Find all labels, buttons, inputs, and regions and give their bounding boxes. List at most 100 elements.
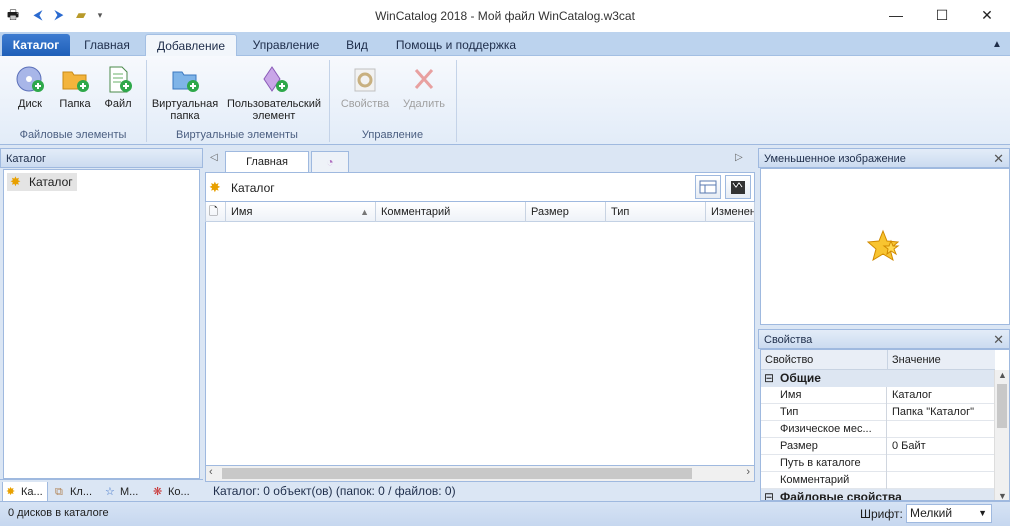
catalog-panel-title: Каталог [0,148,203,168]
sort-ascending-icon: ▲ [360,207,369,217]
column-type[interactable]: Тип [606,202,706,222]
group-separator [456,60,457,142]
property-row[interactable]: Комментарий [761,472,995,489]
catalog-tree[interactable]: ✸ Каталог [3,169,200,479]
collapse-icon[interactable]: ⊟ [764,370,774,387]
properties-label: Свойства [340,98,390,110]
view-mode-button[interactable] [695,175,721,199]
thumbnail-panel: Уменьшенное изображение ✕ [758,148,1010,328]
column-size[interactable]: Размер [526,202,606,222]
user-element-label-line2: элемент [252,110,296,122]
file-list-header: 🗋 Имя ▲ Комментарий Размер Тип Изменен [205,202,755,222]
column-comment[interactable]: Комментарий [376,202,526,222]
virtual-folder-label-line2: папка [170,110,200,122]
new-tab-icon: ◔ [326,155,334,169]
file-list[interactable] [205,222,755,465]
tab-help[interactable]: Помощь и поддержка [386,34,526,56]
user-element-icon [258,64,290,94]
scroll-up-icon[interactable]: ▲ [998,370,1007,380]
category-general[interactable]: ⊟ Общие [761,370,995,387]
property-key: Размер [777,438,887,455]
tab-view[interactable]: Вид [334,34,380,56]
doc-tab-home[interactable]: Главная [225,151,309,172]
column-name[interactable]: Имя ▲ [226,202,376,222]
category-label: Общие [780,371,821,385]
scroll-left-icon[interactable]: ‹ [209,466,213,478]
property-row[interactable]: Тип Папка "Каталог" [761,404,995,421]
star-outline-icon: ☆ [105,486,115,498]
view-mode-icon [699,180,717,194]
tab-scroll-right-icon[interactable]: ▷ [735,152,743,163]
property-row[interactable]: Размер 0 Байт [761,438,995,455]
close-icon[interactable]: ✕ [993,149,1004,169]
vertical-scrollbar[interactable]: ▲ ▼ [994,370,1009,500]
add-file-label: Файл [104,98,132,110]
properties-button[interactable]: Свойства [338,64,392,110]
minimize-button[interactable]: — [873,0,919,32]
scrollbar-thumb[interactable] [997,384,1007,428]
thumbnail-view-button[interactable] [725,175,751,199]
category-label: Файловые свойства [780,490,902,501]
tree-node-catalog[interactable]: ✸ Каталог [7,173,77,191]
property-value: 0 Байт [892,440,926,452]
property-row[interactable]: Путь в каталоге [761,455,995,472]
left-tab-label: Ко... [168,486,190,498]
left-tab-label: М... [120,486,139,498]
close-icon[interactable]: ✕ [993,330,1004,350]
column-type-icon[interactable]: 🗋 [206,202,226,222]
tab-add[interactable]: Добавление [145,34,237,56]
column-name-label: Имя [231,206,253,218]
column-modified[interactable]: Изменен [706,202,754,222]
group-label-manage: Управление [361,129,424,141]
user-element-label-line1: Пользовательский [227,98,321,110]
thumbnail-panel-title: Уменьшенное изображение ✕ [758,148,1010,168]
scroll-down-icon[interactable]: ▼ [998,491,1007,500]
property-key: Комментарий [777,472,887,489]
add-disk-button[interactable]: Диск [12,64,48,110]
maximize-button[interactable]: ☐ [919,0,965,32]
tab-home[interactable]: Главная [74,34,140,56]
add-folder-button[interactable]: Папка [56,64,94,110]
address-bar[interactable]: ✸ Каталог [205,172,755,202]
value-column-header: Значение [887,350,941,370]
left-tab-keywords[interactable]: ⧉ Кл... [52,482,98,502]
font-size-select[interactable]: Мелкий ▼ [906,504,992,523]
property-row[interactable]: Физическое мес... [761,421,995,438]
add-virtual-folder-button[interactable]: Виртуальная папка [149,64,221,122]
group-label-virtual-elements: Виртуальные элементы [176,129,298,141]
scroll-right-icon[interactable]: › [746,466,750,478]
font-size-value: Мелкий [910,506,953,520]
horizontal-scrollbar[interactable]: ‹ › [205,465,755,482]
catalog-star-icon [866,229,900,261]
tree-node-label: Каталог [29,175,73,189]
property-row[interactable]: Имя Каталог [761,387,995,404]
tab-scroll-left-icon[interactable]: ◁ [210,152,218,163]
left-tab-catalog[interactable]: ✸ Ка... [2,482,48,502]
folder-icon [59,64,91,94]
tab-catalog[interactable]: Каталог [2,34,70,56]
property-grid[interactable]: Свойство Значение ⊟ Общие Имя Каталог Тип… [760,349,1010,501]
category-file-properties[interactable]: ⊟ Файловые свойства [761,489,995,501]
scrollbar-thumb[interactable] [222,468,692,479]
close-button[interactable]: ✕ [964,0,1010,32]
virtual-folder-icon [169,64,201,94]
collapse-ribbon-icon[interactable]: ▲ [988,34,1006,56]
tab-manage[interactable]: Управление [243,34,329,56]
add-user-element-button[interactable]: Пользовательский элемент [224,64,324,122]
delete-button[interactable]: Удалить [398,64,450,110]
add-file-button[interactable]: Файл [100,64,136,110]
property-value: Каталог [892,389,932,401]
properties-gear-icon [349,64,381,94]
collapse-icon[interactable]: ⊟ [764,489,774,500]
property-key: Физическое мес... [777,421,887,438]
document-tab-bar: ◁ Главная ◔ ▷ [205,148,755,172]
catalog-star-icon: ✸ [6,486,16,498]
new-tab-button[interactable]: ◔ [311,151,349,172]
font-size-label: Шрифт: [860,507,903,521]
left-tab-collections[interactable]: ❋ Ко... [150,482,200,502]
group-label-file-elements: Файловые элементы [19,129,127,141]
add-disk-label: Диск [18,98,42,110]
left-tab-marks[interactable]: ☆ М... [102,482,146,502]
virtual-folder-label-line1: Виртуальная [151,98,219,110]
property-key: Тип [777,404,887,421]
